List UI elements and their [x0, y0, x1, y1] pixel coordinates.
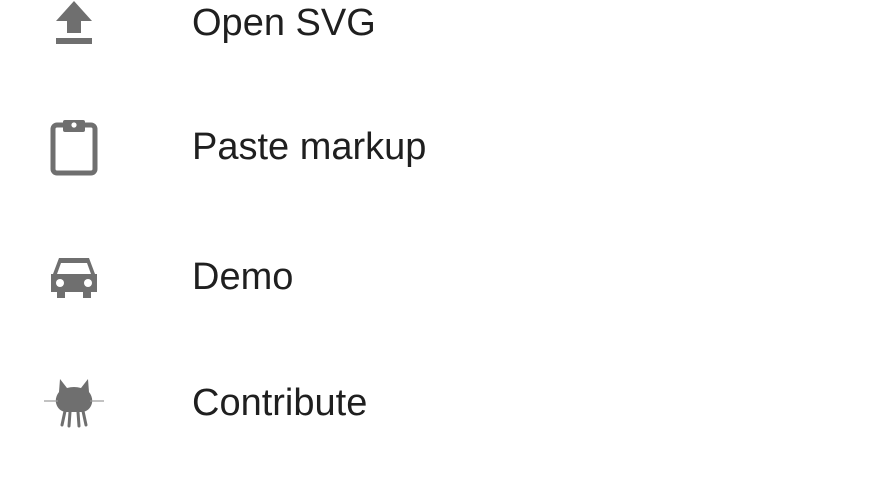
menu-item-paste-markup[interactable]: Paste markup	[0, 102, 888, 192]
github-octocat-icon	[34, 371, 114, 435]
main-menu: Open SVG Paste markup Demo Contribute	[0, 0, 888, 500]
menu-item-label-open-svg: Open SVG	[192, 2, 376, 44]
car-icon	[34, 245, 114, 309]
menu-item-label-paste-markup: Paste markup	[192, 126, 427, 168]
menu-item-label-demo: Demo	[192, 256, 294, 298]
upload-icon	[34, 0, 114, 55]
menu-item-contribute[interactable]: Contribute	[0, 358, 888, 448]
menu-item-open-svg[interactable]: Open SVG	[0, 0, 888, 68]
clipboard-icon	[34, 115, 114, 179]
menu-item-label-contribute: Contribute	[192, 382, 368, 424]
menu-item-demo[interactable]: Demo	[0, 232, 888, 322]
